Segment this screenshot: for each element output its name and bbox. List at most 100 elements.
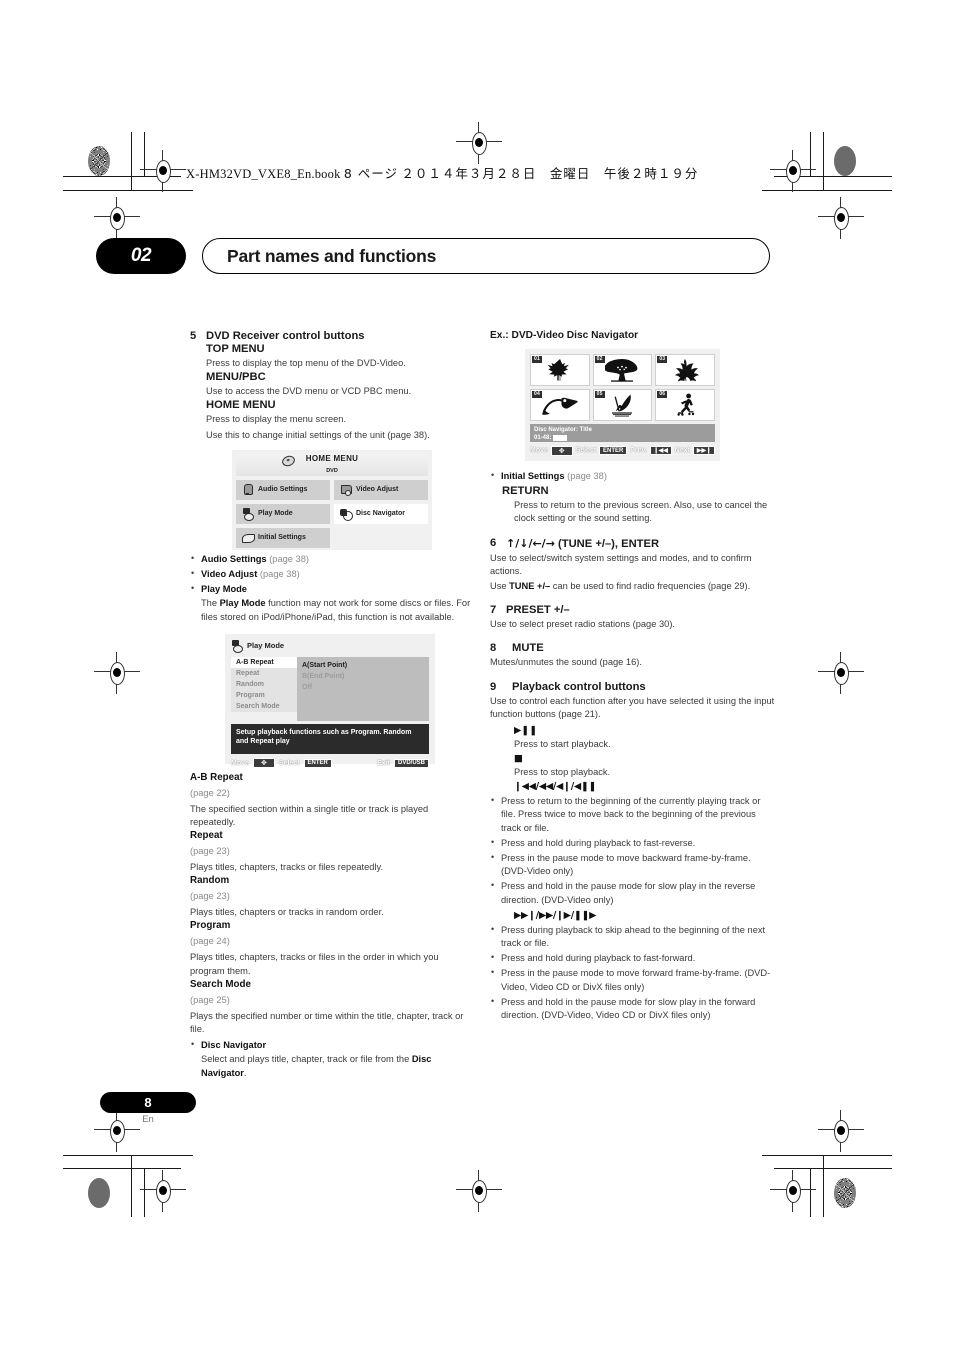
thumbnail-05[interactable]: 05 [592, 389, 653, 421]
disc-nav-desc-pre: Select and plays title, chapter, track o… [201, 1054, 412, 1065]
enter-key[interactable]: ENTER [303, 758, 332, 768]
section-7-desc: Use to select preset radio stations (pag… [490, 619, 676, 630]
bullet-page: (page 38) [269, 553, 309, 564]
registration-mark [456, 1170, 502, 1212]
list-item: Video Adjust (page 38) [190, 567, 475, 581]
osd-option-off[interactable]: Off [302, 682, 429, 693]
page-title: Part names and functions [227, 245, 437, 266]
registration-mark [94, 197, 140, 239]
osd-item-disc-navigator[interactable]: Disc Navigator [334, 503, 428, 524]
bar-exit-label: Exit [377, 759, 390, 767]
thumbnail-06[interactable]: 06 [655, 389, 715, 421]
bar-prev-label: Prev. [630, 447, 647, 454]
osd-menu-list: A-B Repeat Repeat Random Program Search … [231, 656, 297, 721]
bullet-term: Initial Settings [501, 471, 565, 481]
chapter-number: 02 [96, 238, 186, 274]
osd-menu-search-mode[interactable]: Search Mode [231, 700, 297, 712]
fine-screen-patch [88, 146, 110, 176]
definition-program: Program (page 24) Plays titles, chapters… [190, 920, 475, 977]
section-8-number: 8 [490, 642, 497, 655]
bullet-term: Play Mode [201, 584, 247, 595]
crop-line [144, 1168, 145, 1217]
definition-desc: Plays titles, chapters, tracks or files … [190, 862, 384, 873]
inline-skater-icon [677, 393, 695, 416]
definition-term: Search Mode [190, 978, 251, 990]
definition-term: Repeat [190, 830, 223, 842]
osd-item-initial-settings[interactable]: Initial Settings [236, 527, 330, 548]
d-pad-icon[interactable]: ✥ [550, 445, 573, 456]
thumbnail-01[interactable]: 01 [530, 354, 590, 386]
osd-menu-repeat[interactable]: Repeat [231, 667, 297, 679]
definition-page: (page 22) [190, 787, 230, 798]
next-icon[interactable]: ▶▶❙ [692, 446, 715, 455]
osd-status-range-text: 01-48: [534, 435, 552, 441]
prev-icon[interactable]: ❙◀◀ [649, 446, 672, 455]
exit-key[interactable]: DVD/USB [393, 758, 429, 768]
section-8-title: MUTE [512, 642, 544, 655]
definition-desc: The specified section within a single ti… [190, 803, 429, 827]
definition-page: (page 23) [190, 846, 230, 857]
coarse-screen-patch [88, 1178, 110, 1208]
section-9-number: 9 [490, 680, 497, 693]
thumbnail-02[interactable]: 02 [592, 354, 653, 386]
home-menu-osd-screenshot: HOME MENU DVD Audio Settings Video Adjus… [232, 449, 432, 550]
definition-search-mode: Search Mode (page 25) Plays the specifie… [190, 979, 475, 1036]
next-fast-forward-icon: ▶▶❙/▶▶/❙▶/❚❚▶ [514, 909, 597, 921]
forward-bullet-list: Press during playback to skip ahead to t… [490, 923, 775, 1022]
disc-nav-desc-post: . [243, 1067, 247, 1078]
disc-icon [280, 453, 297, 468]
registration-mark [94, 652, 140, 694]
bullet-page: (page 38) [567, 471, 607, 481]
section-9-title: Playback control buttons [512, 680, 646, 693]
section-8-desc: Mutes/unmutes the sound (page 16). [490, 657, 642, 668]
crop-line [762, 190, 892, 191]
page-indicator [553, 435, 568, 441]
play-desc: Press to start playback. [514, 738, 611, 749]
maple-leaf-icon [547, 359, 569, 381]
section-6-desc-2-post: can be used to find radio frequencies (p… [550, 580, 751, 591]
chapter-pill: Part names and functions [202, 238, 770, 274]
crop-line [63, 1168, 181, 1169]
example-label: Ex.: DVD-Video Disc Navigator [490, 330, 639, 341]
osd-title: HOME MENU [305, 454, 359, 464]
enter-key[interactable]: ENTER [599, 446, 628, 455]
osd-subtitle: DVD [326, 468, 338, 475]
osd-status-range: 01-48: [534, 434, 711, 442]
fine-screen-patch [834, 1178, 856, 1208]
play-mode-icon [231, 640, 243, 654]
osd-help-message: Setup playback functions such as Program… [231, 723, 429, 754]
list-item: Initial Settings (page 38) [490, 469, 775, 483]
tree-icon [605, 359, 638, 382]
list-item: Press and hold during playback to fast-f… [490, 951, 775, 965]
play-mode-note-bold: Play Mode [219, 598, 266, 609]
thumbnail-04[interactable]: 04 [530, 389, 590, 421]
previous-rewind-icon: ❙◀◀/◀◀/◀❙/◀❚❚ [514, 781, 597, 793]
osd-item-video-adjust[interactable]: Video Adjust [334, 479, 428, 500]
lily-flower-icon [675, 359, 700, 382]
osd-item-empty [334, 528, 428, 548]
crop-line [810, 132, 811, 177]
list-item: Press and hold in the pause mode for slo… [490, 995, 775, 1022]
list-item: Press in the pause mode to move forward … [490, 966, 775, 993]
osd-menu-program[interactable]: Program [231, 689, 297, 701]
osd-option-b-end[interactable]: B(End Point) [302, 671, 429, 682]
osd-header-label: Play Mode [247, 641, 285, 651]
crop-line [823, 132, 824, 190]
initial-settings-bullet-list: Initial Settings (page 38) [490, 469, 775, 483]
definition-term: Random [190, 875, 230, 887]
home-menu-desc-1: Press to display the menu screen. [206, 414, 347, 425]
osd-menu-random[interactable]: Random [231, 678, 297, 690]
list-item: Press to return to the beginning of the … [490, 794, 775, 835]
osd-item-play-mode[interactable]: Play Mode [236, 503, 330, 524]
registration-mark [770, 150, 816, 192]
osd-option-a-start[interactable]: A(Start Point) [302, 660, 429, 671]
monitor-icon [340, 484, 352, 497]
osd-menu-ab-repeat[interactable]: A-B Repeat [231, 656, 297, 668]
d-pad-icon[interactable]: ✥ [252, 758, 275, 769]
return-label: RETURN [502, 485, 549, 498]
section-6-desc-2-pre: Use [490, 580, 510, 591]
thumbnail-03[interactable]: 03 [655, 354, 715, 386]
osd-item-audio-settings[interactable]: Audio Settings [236, 479, 330, 500]
home-menu-label: HOME MENU [206, 399, 276, 412]
settings-icon [242, 532, 255, 544]
